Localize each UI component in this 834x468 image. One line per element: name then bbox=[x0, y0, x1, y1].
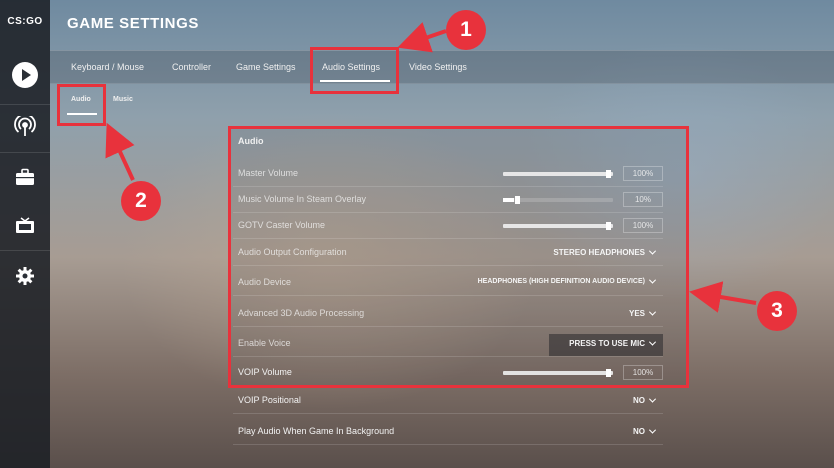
annotation-arrows bbox=[105, 22, 757, 313]
annotation-marker-1: 1 bbox=[446, 10, 486, 50]
arrow-3 bbox=[689, 281, 757, 313]
arrow-1 bbox=[397, 22, 447, 53]
annotation-marker-2: 2 bbox=[121, 181, 161, 221]
arrow-2 bbox=[105, 122, 135, 181]
annotation-marker-3: 3 bbox=[757, 291, 797, 331]
